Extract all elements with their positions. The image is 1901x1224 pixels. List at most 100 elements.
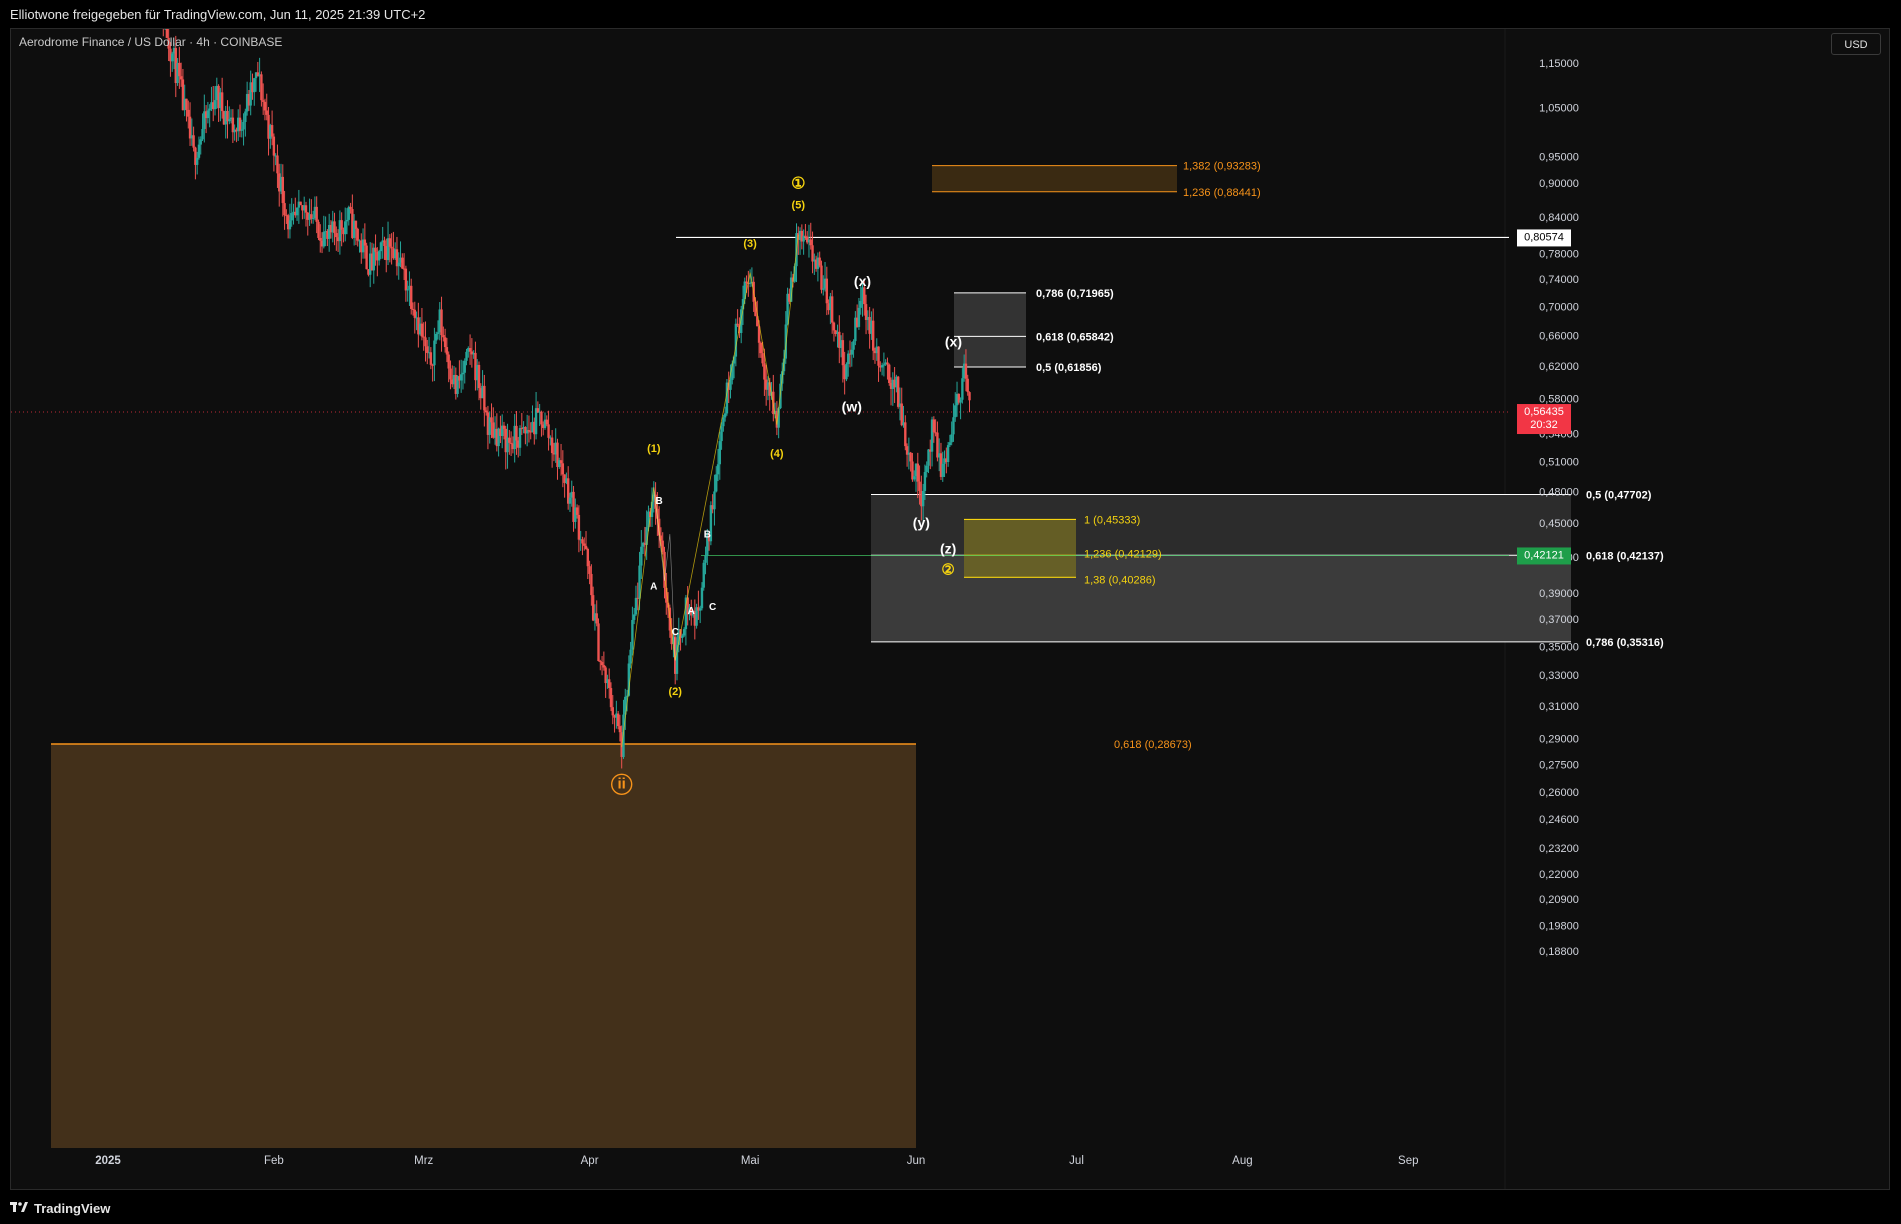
- candle-body: [550, 437, 554, 454]
- share-header-bar: Elliotwone freigegeben für TradingView.c…: [0, 0, 1901, 28]
- candle-body: [597, 623, 600, 662]
- candle-body: [463, 360, 466, 373]
- candle-body: [436, 332, 440, 334]
- candle-body: [632, 614, 636, 620]
- level-badge-080574: 0,80574: [1524, 231, 1564, 243]
- wave-label: (3): [743, 238, 757, 250]
- price-tick-label: 1,15000: [1539, 58, 1579, 70]
- candle-body: [904, 422, 907, 447]
- fib-label: 1,236 (0,88441): [1183, 187, 1261, 199]
- price-tick-label: 0,20900: [1539, 894, 1579, 906]
- candle-body: [809, 239, 812, 246]
- candle-body: [483, 385, 486, 411]
- candle-body: [634, 597, 638, 615]
- candle-body: [459, 374, 463, 381]
- candle-body: [335, 233, 338, 238]
- price-tick-label: 0,35000: [1539, 641, 1579, 653]
- wave-label: (1): [647, 443, 661, 455]
- price-tick-label: 0,18800: [1539, 946, 1579, 958]
- support-zone-orange[interactable]: [51, 744, 916, 1148]
- candle-body: [954, 405, 957, 418]
- price-tick-label: 0,37000: [1539, 614, 1579, 626]
- candle-body: [611, 707, 614, 716]
- candle-body: [804, 235, 807, 237]
- tradingview-logo-text: TradingView: [34, 1200, 111, 1216]
- candle-body: [581, 539, 584, 544]
- candle-body: [192, 135, 195, 148]
- tradingview-logo[interactable]: TradingView: [10, 1200, 110, 1216]
- candle-body: [966, 378, 969, 393]
- wave-label: ii: [618, 775, 626, 792]
- candle-body: [852, 341, 855, 350]
- candle-body: [197, 144, 201, 158]
- candle-body: [913, 476, 916, 480]
- chart-pane[interactable]: 1,15000 1,05000 0,95000 0,90000 0,84000 0,780…: [10, 28, 1890, 1190]
- price-tick-label: 0,31000: [1539, 701, 1579, 713]
- candle-body: [841, 340, 845, 366]
- current-price-badge: 0,56435: [1524, 406, 1564, 418]
- candle-body: [716, 464, 720, 475]
- candle-body: [206, 110, 210, 119]
- candle-body: [238, 117, 242, 131]
- tradingview-logo-icon: [10, 1202, 28, 1212]
- candle-body: [388, 238, 392, 247]
- fib-label: 1 (0,45333): [1084, 514, 1140, 526]
- price-tick-label: 0,39000: [1539, 588, 1579, 600]
- candle-body: [315, 206, 318, 222]
- time-axis[interactable]: 2025 Feb Mrz Apr Mai Jun Jul Aug Sep: [95, 1155, 1418, 1167]
- wave-label: C: [672, 627, 679, 638]
- wave-target-zone-yellow[interactable]: [964, 519, 1076, 578]
- time-tick-label: Jun: [907, 1155, 926, 1167]
- candle-body: [397, 262, 400, 267]
- fib-label: 0,618 (0,28673): [1114, 739, 1192, 751]
- target-zone-orange[interactable]: [932, 165, 1177, 192]
- candle-body: [220, 92, 224, 112]
- currency-button[interactable]: USD: [1831, 33, 1881, 55]
- symbol-legend: Aerodrome Finance / US Dollar · 4h · COI…: [19, 35, 283, 49]
- candle-body: [723, 413, 727, 418]
- candle-body: [477, 364, 481, 389]
- footer-bar: TradingView: [0, 1190, 1901, 1224]
- candle-body: [319, 237, 322, 241]
- resistance-zone-gray[interactable]: [954, 292, 1026, 368]
- candle-body: [390, 246, 393, 249]
- candle-body: [379, 242, 383, 252]
- price-tick-label: 0,90000: [1539, 178, 1579, 190]
- candle-body: [272, 136, 276, 156]
- candle-body: [413, 309, 416, 318]
- candle-body: [588, 566, 591, 574]
- price-tick-label: 0,45000: [1539, 518, 1579, 530]
- candle-body: [748, 282, 752, 284]
- candle-body: [952, 417, 955, 435]
- candle-body: [921, 490, 925, 507]
- candle-body: [263, 101, 267, 111]
- candle-body: [199, 139, 202, 145]
- candle-body: [420, 323, 424, 337]
- candle-body: [961, 378, 964, 400]
- candle-body: [568, 497, 572, 504]
- candle-body: [715, 474, 718, 492]
- candle-body: [761, 353, 764, 364]
- candle-body: [932, 419, 936, 433]
- fib-label: 0,5 (0,47702): [1586, 489, 1652, 501]
- candle-body: [698, 608, 702, 611]
- candle-body: [433, 340, 436, 366]
- candle-body: [410, 285, 413, 309]
- candle-body: [877, 346, 880, 366]
- candle-body: [424, 337, 427, 347]
- price-tick-label: 0,27500: [1539, 760, 1579, 772]
- candle-body: [736, 323, 739, 326]
- candle-body: [561, 463, 565, 475]
- candle-body: [584, 545, 588, 549]
- wave-label: (x): [945, 334, 962, 350]
- shared-by-text: Elliotwone freigegeben für TradingView.c…: [10, 7, 426, 22]
- price-chart[interactable]: 1,15000 1,05000 0,95000 0,90000 0,84000 0,780…: [11, 29, 1889, 1189]
- wave-label: B: [704, 529, 711, 540]
- candle-body: [595, 613, 598, 624]
- candle-body: [629, 649, 632, 664]
- candle-body: [882, 364, 886, 366]
- price-tick-label: 0,23200: [1539, 843, 1579, 855]
- candle-body: [354, 220, 358, 229]
- candle-body: [925, 465, 928, 473]
- candle-body: [244, 111, 247, 122]
